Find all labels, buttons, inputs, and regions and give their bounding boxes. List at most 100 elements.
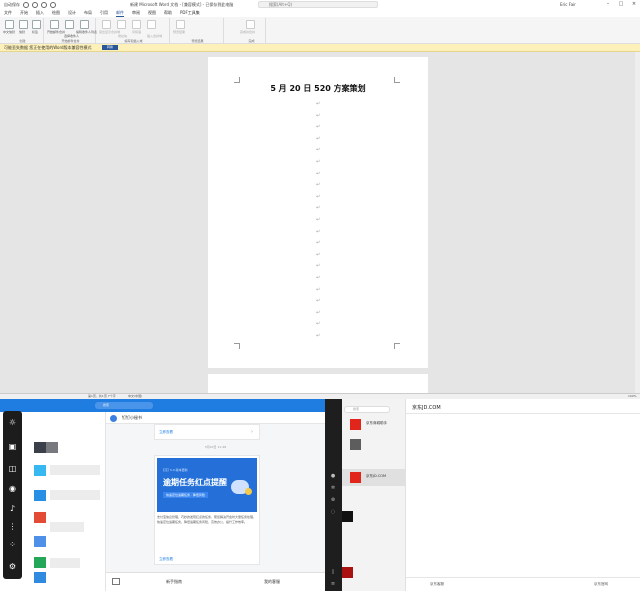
redo-icon[interactable] — [50, 1, 56, 8]
close-icon[interactable]: × — [630, 1, 638, 8]
announcement-card[interactable]: 钉钉 5.0 版本更新 逾期任务红点提醒 快速定位逾期任务 · 降低风险 支付宝… — [154, 455, 260, 565]
tab-3[interactable]: 绘图 — [52, 10, 60, 16]
camera-icon[interactable]: ◉ — [7, 483, 18, 494]
autosave-label[interactable]: 自动保存 — [4, 2, 20, 8]
tab-9[interactable]: 视图 — [148, 10, 156, 16]
paragraph-mark[interactable]: ↵ — [316, 101, 320, 107]
paragraph-mark[interactable]: ↵ — [316, 147, 320, 153]
ribbon-search-input[interactable]: 搜索(Alt+Q) — [258, 1, 378, 8]
avatar[interactable] — [34, 442, 46, 453]
apps-grid-icon[interactable]: ⁘ — [7, 539, 18, 550]
chat-search-input[interactable]: 搜索 — [95, 402, 153, 409]
message-card[interactable]: 立即查看 › — [154, 424, 260, 440]
save-icon[interactable] — [32, 1, 38, 8]
paragraph-mark[interactable]: ↵ — [316, 310, 320, 316]
paragraph-mark[interactable]: ↵ — [316, 171, 320, 177]
user-name[interactable]: Eric Fair — [560, 2, 576, 7]
envelope-icon[interactable] — [19, 20, 28, 29]
chinese-envelope-icon[interactable] — [5, 20, 14, 29]
avatar[interactable] — [46, 442, 58, 453]
paragraph-mark[interactable]: ↵ — [316, 194, 320, 200]
phone-icon[interactable]: ▯ — [329, 569, 337, 577]
paragraph-mark[interactable]: ↵ — [316, 287, 320, 293]
tab-1[interactable]: 开始 — [20, 10, 28, 16]
preview-results-icon[interactable] — [176, 20, 185, 29]
screenshot-icon[interactable]: ▣ — [7, 441, 18, 452]
avatar[interactable] — [350, 439, 361, 450]
paragraph-mark[interactable]: ↵ — [316, 205, 320, 211]
start-merge-icon[interactable] — [50, 20, 59, 29]
status-language[interactable]: 中文(中国) — [128, 394, 142, 398]
tab-6[interactable]: 引用 — [100, 10, 108, 16]
my-service-button[interactable]: 我的客服 — [264, 579, 280, 585]
tab-0[interactable]: 文件 — [4, 10, 12, 16]
document-page[interactable]: 5 月 20 日 520 方案策划 ↵ ↵ ↵ ↵ ↵ ↵ ↵ ↵ ↵ ↵ ↵ ↵ ↵ ↵ ↵ ↵ ↵ ↵ ↵ ↵ ↵ — [208, 57, 428, 368]
tab-7[interactable]: 邮件 — [116, 10, 124, 17]
avatar[interactable] — [34, 572, 46, 583]
tab-4[interactable]: 设计 — [68, 10, 76, 16]
status-zoom[interactable]: 100% — [628, 394, 637, 398]
jd-service-button[interactable]: 京东客服 — [430, 582, 444, 587]
gear-icon[interactable]: ⚙ — [7, 561, 18, 572]
finish-merge-icon[interactable] — [246, 20, 255, 29]
avatar[interactable] — [34, 512, 46, 523]
link-icon[interactable]: ◌ — [329, 509, 337, 517]
convert-button[interactable]: 转换 — [102, 45, 118, 50]
paragraph-mark[interactable]: ↵ — [316, 136, 320, 142]
paragraph-mark[interactable]: ↵ — [316, 159, 320, 165]
menu-icon[interactable]: ● — [329, 473, 337, 481]
tab-8[interactable]: 审阅 — [132, 10, 140, 16]
paragraph-mark[interactable]: ↵ — [316, 182, 320, 188]
paragraph-mark[interactable]: ↵ — [316, 333, 320, 339]
paragraph-mark[interactable]: ↵ — [316, 321, 320, 327]
screen-record-icon[interactable]: ◫ — [7, 463, 18, 474]
microphone-icon[interactable]: ♪ — [7, 503, 18, 514]
beginner-guide-button[interactable]: 新手指南 — [166, 579, 182, 585]
undo-icon[interactable] — [41, 1, 47, 8]
view-now-link[interactable]: 立即查看 — [159, 557, 173, 562]
address-block-icon[interactable] — [117, 20, 126, 29]
keyboard-icon[interactable] — [112, 578, 120, 585]
select-recipients-icon[interactable] — [65, 20, 74, 29]
avatar[interactable] — [342, 567, 353, 578]
avatar[interactable] — [34, 557, 46, 568]
paragraph-mark[interactable]: ↵ — [316, 263, 320, 269]
jd-search-input[interactable]: 搜索 — [344, 406, 390, 413]
avatar[interactable] — [34, 465, 46, 476]
paragraph-mark[interactable]: ↵ — [316, 124, 320, 130]
minimize-icon[interactable]: – — [604, 1, 612, 8]
tab-10[interactable]: 帮助 — [164, 10, 172, 16]
document-scrollbar[interactable] — [635, 52, 640, 393]
paragraph-mark[interactable]: ↵ — [316, 113, 320, 119]
document-page-2[interactable] — [208, 374, 428, 394]
maximize-icon[interactable]: □ — [617, 1, 625, 8]
paragraph-mark[interactable]: ↵ — [316, 275, 320, 281]
greeting-line-icon[interactable] — [132, 20, 141, 29]
settings-icon[interactable]: ⊗ — [329, 497, 337, 505]
list-item-selected[interactable]: 京东JD.COM — [342, 469, 406, 486]
paragraph-mark[interactable]: ↵ — [316, 298, 320, 304]
avatar[interactable] — [342, 511, 353, 522]
more-icon[interactable]: ≡ — [329, 581, 337, 589]
paragraph-mark[interactable]: ↵ — [316, 229, 320, 235]
avatar[interactable] — [34, 536, 46, 547]
tab-5[interactable]: 布局 — [84, 10, 92, 16]
paragraph-mark[interactable]: ↵ — [316, 217, 320, 223]
label-icon[interactable] — [32, 20, 41, 29]
insert-merge-field-icon[interactable] — [147, 20, 156, 29]
brightness-icon[interactable]: ☼ — [7, 417, 18, 428]
tab-11[interactable]: PDF工具集 — [180, 10, 200, 16]
view-now-link[interactable]: 立即查看 — [159, 430, 173, 435]
paragraph-mark[interactable]: ↵ — [316, 240, 320, 246]
autosave-toggle-icon[interactable] — [23, 1, 29, 8]
avatar[interactable] — [34, 490, 46, 501]
more-dots-icon[interactable]: ⋮ — [7, 521, 18, 532]
jd-conversation-list[interactable]: 搜索 京东商城助手 京东JD.COM — [342, 399, 406, 591]
jd-official-button[interactable]: 京东官网 — [594, 582, 608, 587]
paragraph-mark[interactable]: ↵ — [316, 252, 320, 258]
gear-icon[interactable]: ✲ — [329, 485, 337, 493]
list-item[interactable]: 京东商城助手 — [342, 416, 406, 433]
document-heading[interactable]: 5 月 20 日 520 方案策划 — [208, 83, 428, 94]
edit-recipients-icon[interactable] — [80, 20, 89, 29]
tab-2[interactable]: 插入 — [36, 10, 44, 16]
